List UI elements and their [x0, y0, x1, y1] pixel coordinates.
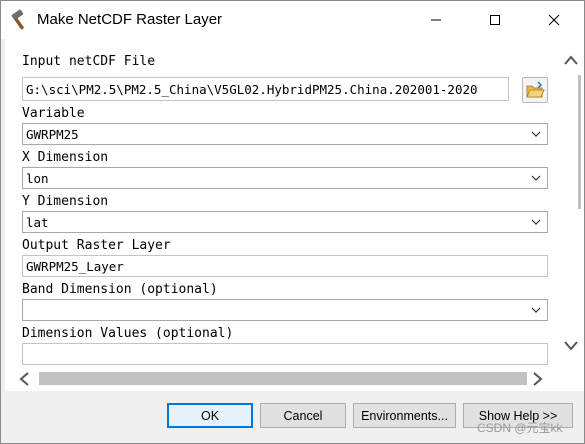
ok-button[interactable]: OK — [167, 403, 253, 428]
cancel-button[interactable]: Cancel — [260, 403, 346, 428]
close-icon — [548, 14, 560, 26]
vertical-scrollbar[interactable] — [559, 39, 584, 365]
y-dimension-value: lat — [26, 215, 49, 230]
window-title: Make NetCDF Raster Layer — [37, 11, 223, 28]
chevron-right-icon[interactable] — [531, 371, 545, 387]
dialog-window: Make NetCDF Raster Layer Input netCDF Fi… — [0, 0, 585, 444]
x-dimension-value: lon — [26, 171, 49, 186]
variable-select[interactable]: GWRPM25 — [22, 123, 548, 145]
maximize-icon — [490, 15, 500, 25]
horizontal-scrollbar[interactable] — [5, 365, 559, 391]
input-netcdf-label: Input netCDF File — [22, 54, 156, 69]
vertical-scroll-thumb[interactable] — [578, 75, 581, 209]
y-dimension-label: Y Dimension — [22, 194, 109, 209]
output-raster-field[interactable]: GWRPM25_Layer — [22, 255, 548, 277]
title-bar: Make NetCDF Raster Layer — [1, 1, 584, 39]
band-dimension-label: Band Dimension (optional) — [22, 282, 218, 297]
minimize-button[interactable] — [413, 1, 459, 39]
chevron-up-icon[interactable] — [563, 53, 579, 67]
environments-button[interactable]: Environments... — [353, 403, 456, 428]
chevron-down-icon — [531, 131, 541, 137]
close-button[interactable] — [531, 1, 577, 39]
scroll-corner — [559, 365, 584, 391]
chevron-left-icon[interactable] — [17, 371, 31, 387]
maximize-button[interactable] — [472, 1, 518, 39]
dimension-values-label: Dimension Values (optional) — [22, 326, 234, 341]
chevron-down-icon — [531, 219, 541, 225]
input-netcdf-field[interactable]: G:\sci\PM2.5\PM2.5_China\V5GL02.HybridPM… — [22, 77, 509, 101]
x-dimension-select[interactable]: lon — [22, 167, 548, 189]
folder-open-icon — [526, 81, 545, 98]
chevron-down-icon — [531, 307, 541, 313]
y-dimension-select[interactable]: lat — [22, 211, 548, 233]
browse-button[interactable] — [522, 77, 548, 103]
parameters-panel: Input netCDF File G:\sci\PM2.5\PM2.5_Chi… — [5, 39, 559, 365]
output-raster-label: Output Raster Layer — [22, 238, 171, 253]
band-dimension-select[interactable] — [22, 299, 548, 321]
hammer-icon — [11, 9, 24, 30]
x-dimension-label: X Dimension — [22, 150, 109, 165]
variable-value: GWRPM25 — [26, 127, 79, 142]
chevron-down-icon — [531, 175, 541, 181]
variable-label: Variable — [22, 106, 85, 121]
chevron-down-icon[interactable] — [563, 339, 579, 353]
minimize-icon — [431, 19, 441, 21]
dimension-values-field[interactable] — [22, 343, 548, 365]
watermark: CSDN @元宝kk — [477, 421, 563, 435]
horizontal-scroll-thumb[interactable] — [39, 372, 527, 385]
